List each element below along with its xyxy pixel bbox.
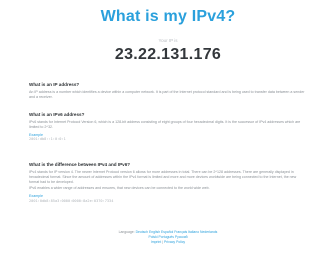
- language-links-2[interactable]: Polski Português Русский: [149, 235, 188, 239]
- ip-address-value: 23.22.131.176: [114, 46, 222, 63]
- ip-caption: Your IP is: [158, 38, 178, 43]
- example-value: 2001:0db8:85a3:0000:0000:8a2e:0370:7334: [29, 198, 114, 203]
- imprint-link[interactable]: Imprint: [151, 240, 161, 244]
- section-heading: What is an IP address?: [29, 82, 80, 87]
- example-value: 2001:db8::1:0:0:1: [29, 137, 66, 142]
- language-label: Language:: [118, 230, 135, 234]
- section-paragraph: IPv6 stands for Internet Protocol Versio…: [29, 120, 301, 129]
- page-title: What is my IPv4?: [100, 8, 236, 25]
- legal-row: Imprint | Privacy Policy: [0, 240, 336, 245]
- privacy-link[interactable]: Privacy Policy: [164, 240, 185, 244]
- page: What is my IPv4? Your IP is 23.22.131.17…: [0, 0, 336, 280]
- section-paragraph: An IP address is a number which identifi…: [29, 90, 305, 99]
- section-heading: What is an IPv6 address?: [29, 112, 85, 117]
- section-what-is-ipv6: What is an IPv6 address? IPv6 stands for…: [29, 112, 307, 142]
- section-what-is-ip: What is an IP address? An IP address is …: [29, 82, 307, 100]
- section-heading: What is the difference between IPv4 and …: [29, 162, 131, 167]
- footer: Language: Deutsch English Español França…: [0, 230, 336, 245]
- section-paragraph: IPv4 stands for IP version 4. The newer …: [29, 170, 297, 184]
- section-difference: What is the difference between IPv4 and …: [29, 162, 307, 204]
- language-links[interactable]: Deutsch English Español Français Italian…: [136, 230, 218, 234]
- section-paragraph: IPv6 enables a wider range of addresses …: [29, 186, 210, 191]
